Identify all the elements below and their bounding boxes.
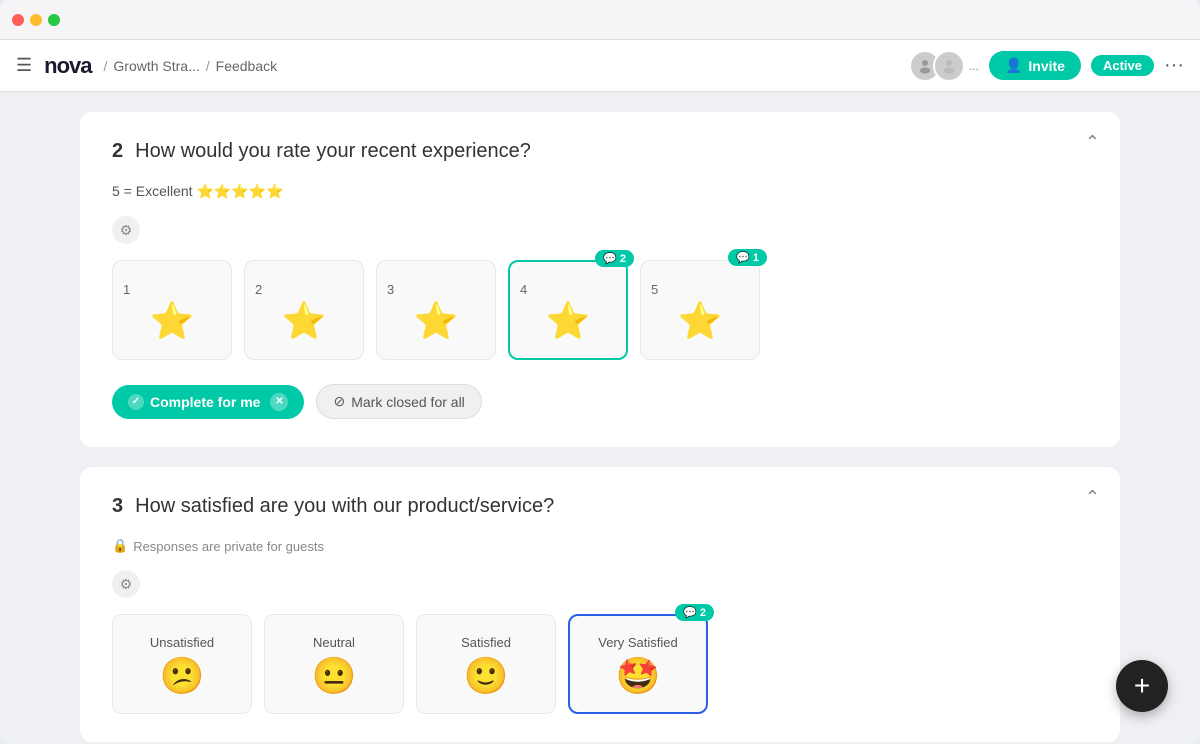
collapse-button-q2[interactable]: ⌃ [1085,132,1100,153]
emoji-card-neutral[interactable]: Neutral 😐 [264,614,404,714]
star-num-5: 5 [641,282,759,297]
avatar-more: ... [969,59,979,73]
settings-icon-q3[interactable]: ⚙ [112,570,140,598]
star-card-1[interactable]: 1 ⭐ [112,260,232,360]
star-num-3: 3 [377,282,495,297]
star-card-2[interactable]: 2 ⭐ [244,260,364,360]
complete-for-me-button[interactable]: ✓ Complete for me ✕ [112,385,304,419]
breadcrumb-path1[interactable]: Growth Stra... [113,58,199,74]
collapse-button-q3[interactable]: ⌃ [1085,487,1100,508]
invite-icon: 👤 [1005,57,1022,74]
star-emoji-5: ⭐ [678,303,723,339]
question3-number: 3 [112,495,123,518]
avatar2 [933,50,965,82]
star-emoji-1: ⭐ [150,303,195,339]
star-card-5[interactable]: 💬 1 5 ⭐ [640,260,760,360]
response-badge-very-satisfied: 💬 2 [675,604,714,621]
private-note: 🔒 Responses are private for guests [112,538,1088,554]
action-row-q2: ✓ Complete for me ✕ ⊘ Mark closed for al… [112,384,1088,419]
breadcrumb-path2[interactable]: Feedback [216,58,277,74]
complete-label: Complete for me [150,394,260,410]
close-button[interactable] [12,14,24,26]
breadcrumb-sep2: / [206,58,210,74]
minimize-button[interactable] [30,14,42,26]
question2-text: How would you rate your recent experienc… [135,140,531,163]
chat-icon-4: 💬 [603,252,617,265]
emoji-card-very-satisfied[interactable]: 💬 2 Very Satisfied 🤩 [568,614,708,714]
star-emoji-2: ⭐ [282,303,327,339]
breadcrumb-sep1: / [104,58,108,74]
navbar-right: ... 👤 Invite Active ··· [909,50,1184,82]
x-icon: ✕ [270,393,288,411]
emoji-face-satisfied: 🙂 [464,658,509,694]
avatar-group[interactable]: ... [909,50,979,82]
maximize-button[interactable] [48,14,60,26]
invite-label: Invite [1028,58,1065,74]
question3-header: 3 How satisfied are you with our product… [112,495,1088,518]
emoji-face-very-satisfied: 🤩 [616,658,661,694]
app-logo: nova [44,53,91,79]
emoji-label-very-satisfied: Very Satisfied [598,635,678,650]
settings-icon-q2[interactable]: ⚙ [112,216,140,244]
lock-icon: 🔒 [112,538,128,554]
chat-icon-vs: 💬 [683,606,697,619]
rating-label: 5 = Excellent ⭐⭐⭐⭐⭐ [112,183,1088,200]
emoji-face-unsatisfied: 😕 [160,658,205,694]
response-badge-4: 💬 2 [595,250,634,267]
active-badge: Active [1091,55,1154,76]
hamburger-icon[interactable]: ☰ [16,55,32,76]
stars-row: 1 ⭐ 2 ⭐ 3 ⭐ 💬 2 [112,260,1088,360]
star-card-4[interactable]: 💬 2 4 ⭐ [508,260,628,360]
star-num-2: 2 [245,282,363,297]
emoji-card-satisfied[interactable]: Satisfied 🙂 [416,614,556,714]
star-emoji-3: ⭐ [414,303,459,339]
question2-card: ⌃ 2 How would you rate your recent exper… [80,112,1120,447]
star-num-1: 1 [113,282,231,297]
emoji-face-neutral: 😐 [312,658,357,694]
star-emoji-4: ⭐ [546,303,591,339]
response-badge-5: 💬 1 [728,249,767,266]
chat-icon-5: 💬 [736,251,750,264]
more-options-icon[interactable]: ··· [1164,54,1184,77]
star-num-4: 4 [510,282,626,297]
titlebar [0,0,1200,40]
emoji-label-satisfied: Satisfied [461,635,511,650]
question2-number: 2 [112,140,123,163]
question3-card: ⌃ 3 How satisfied are you with our produ… [80,467,1120,742]
question2-header: 2 How would you rate your recent experie… [112,140,1088,163]
closed-icon: ⊘ [333,393,345,410]
emoji-label-neutral: Neutral [313,635,355,650]
navbar: ☰ nova / Growth Stra... / Feedback ... 👤… [0,40,1200,92]
invite-button[interactable]: 👤 Invite [989,51,1081,80]
emoji-label-unsatisfied: Unsatisfied [150,635,214,650]
app-window: ☰ nova / Growth Stra... / Feedback ... 👤… [0,0,1200,744]
emoji-row: Unsatisfied 😕 Neutral 😐 Satisfied 🙂 💬 [112,614,1088,714]
check-icon: ✓ [128,394,144,410]
mark-closed-button[interactable]: ⊘ Mark closed for all [316,384,481,419]
main-content: ⌃ 2 How would you rate your recent exper… [0,92,1200,744]
star-card-3[interactable]: 3 ⭐ [376,260,496,360]
breadcrumb: / Growth Stra... / Feedback [104,58,278,74]
emoji-card-unsatisfied[interactable]: Unsatisfied 😕 [112,614,252,714]
mark-closed-label: Mark closed for all [351,394,465,410]
fab-button[interactable]: + [1116,660,1168,712]
question3-text: How satisfied are you with our product/s… [135,495,554,518]
traffic-lights [12,14,60,26]
